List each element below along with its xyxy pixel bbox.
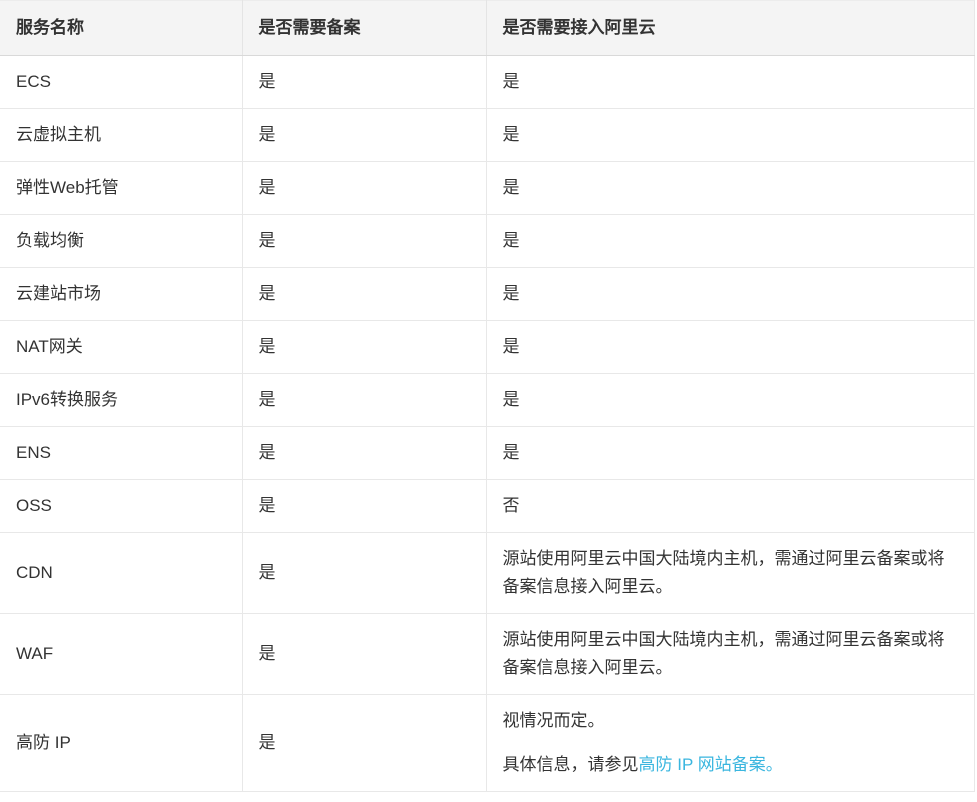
service-name-cell: ENS [0, 427, 242, 480]
service-name-cell: ECS [0, 56, 242, 109]
aliyun-access-cell: 是 [486, 268, 975, 321]
beian-required-cell: 是 [242, 480, 486, 533]
table-row: CDN是源站使用阿里云中国大陆境内主机，需通过阿里云备案或将备案信息接入阿里云。 [0, 533, 975, 614]
table-row: WAF是源站使用阿里云中国大陆境内主机，需通过阿里云备案或将备案信息接入阿里云。 [0, 614, 975, 695]
aliyun-access-cell: 是 [486, 56, 975, 109]
aliyun-access-cell: 源站使用阿里云中国大陆境内主机，需通过阿里云备案或将备案信息接入阿里云。 [486, 614, 975, 695]
service-name-cell: 负载均衡 [0, 215, 242, 268]
beian-required-cell: 是 [242, 215, 486, 268]
link-suffix: 。 [766, 755, 783, 774]
column-header-aliyun-access: 是否需要接入阿里云 [486, 1, 975, 56]
aliyun-access-cell: 源站使用阿里云中国大陆境内主机，需通过阿里云备案或将备案信息接入阿里云。 [486, 533, 975, 614]
service-name-cell: NAT网关 [0, 321, 242, 374]
beian-required-cell: 是 [242, 533, 486, 614]
header-row: 服务名称 是否需要备案 是否需要接入阿里云 [0, 1, 975, 56]
access-note-paragraph: 视情况而定。 [503, 707, 959, 735]
documentation-page: 服务名称 是否需要备案 是否需要接入阿里云 ECS是是云虚拟主机是是弹性Web托… [0, 0, 977, 802]
service-name-cell: 云虚拟主机 [0, 109, 242, 162]
aliyun-access-cell: 视情况而定。具体信息，请参见高防 IP 网站备案。 [486, 695, 975, 792]
service-name-cell: CDN [0, 533, 242, 614]
aliyun-access-cell: 是 [486, 162, 975, 215]
aliyun-access-cell: 是 [486, 109, 975, 162]
table-row: 负载均衡是是 [0, 215, 975, 268]
table-body: ECS是是云虚拟主机是是弹性Web托管是是负载均衡是是云建站市场是是NAT网关是… [0, 56, 975, 792]
table-row: ENS是是 [0, 427, 975, 480]
beian-required-cell: 是 [242, 268, 486, 321]
table-row: 云建站市场是是 [0, 268, 975, 321]
table-row: 高防 IP是视情况而定。具体信息，请参见高防 IP 网站备案。 [0, 695, 975, 792]
column-header-service-name: 服务名称 [0, 1, 242, 56]
beian-required-cell: 是 [242, 614, 486, 695]
beian-required-cell: 是 [242, 427, 486, 480]
gaofang-ip-beian-link[interactable]: 高防 IP 网站备案 [639, 755, 766, 774]
beian-required-cell: 是 [242, 321, 486, 374]
aliyun-access-cell: 是 [486, 215, 975, 268]
table-row: OSS是否 [0, 480, 975, 533]
table-row: IPv6转换服务是是 [0, 374, 975, 427]
table-row: 云虚拟主机是是 [0, 109, 975, 162]
table-header: 服务名称 是否需要备案 是否需要接入阿里云 [0, 1, 975, 56]
access-note-paragraph: 具体信息，请参见高防 IP 网站备案。 [503, 751, 959, 779]
beian-required-cell: 是 [242, 162, 486, 215]
aliyun-access-cell: 否 [486, 480, 975, 533]
beian-required-cell: 是 [242, 374, 486, 427]
beian-requirements-table: 服务名称 是否需要备案 是否需要接入阿里云 ECS是是云虚拟主机是是弹性Web托… [0, 0, 975, 792]
service-name-cell: 云建站市场 [0, 268, 242, 321]
beian-required-cell: 是 [242, 109, 486, 162]
table-row: NAT网关是是 [0, 321, 975, 374]
aliyun-access-cell: 是 [486, 321, 975, 374]
aliyun-access-cell: 是 [486, 427, 975, 480]
service-name-cell: 弹性Web托管 [0, 162, 242, 215]
service-name-cell: WAF [0, 614, 242, 695]
table-row: ECS是是 [0, 56, 975, 109]
service-name-cell: 高防 IP [0, 695, 242, 792]
column-header-beian-required: 是否需要备案 [242, 1, 486, 56]
table-row: 弹性Web托管是是 [0, 162, 975, 215]
beian-required-cell: 是 [242, 56, 486, 109]
service-name-cell: IPv6转换服务 [0, 374, 242, 427]
service-name-cell: OSS [0, 480, 242, 533]
beian-required-cell: 是 [242, 695, 486, 792]
aliyun-access-cell: 是 [486, 374, 975, 427]
